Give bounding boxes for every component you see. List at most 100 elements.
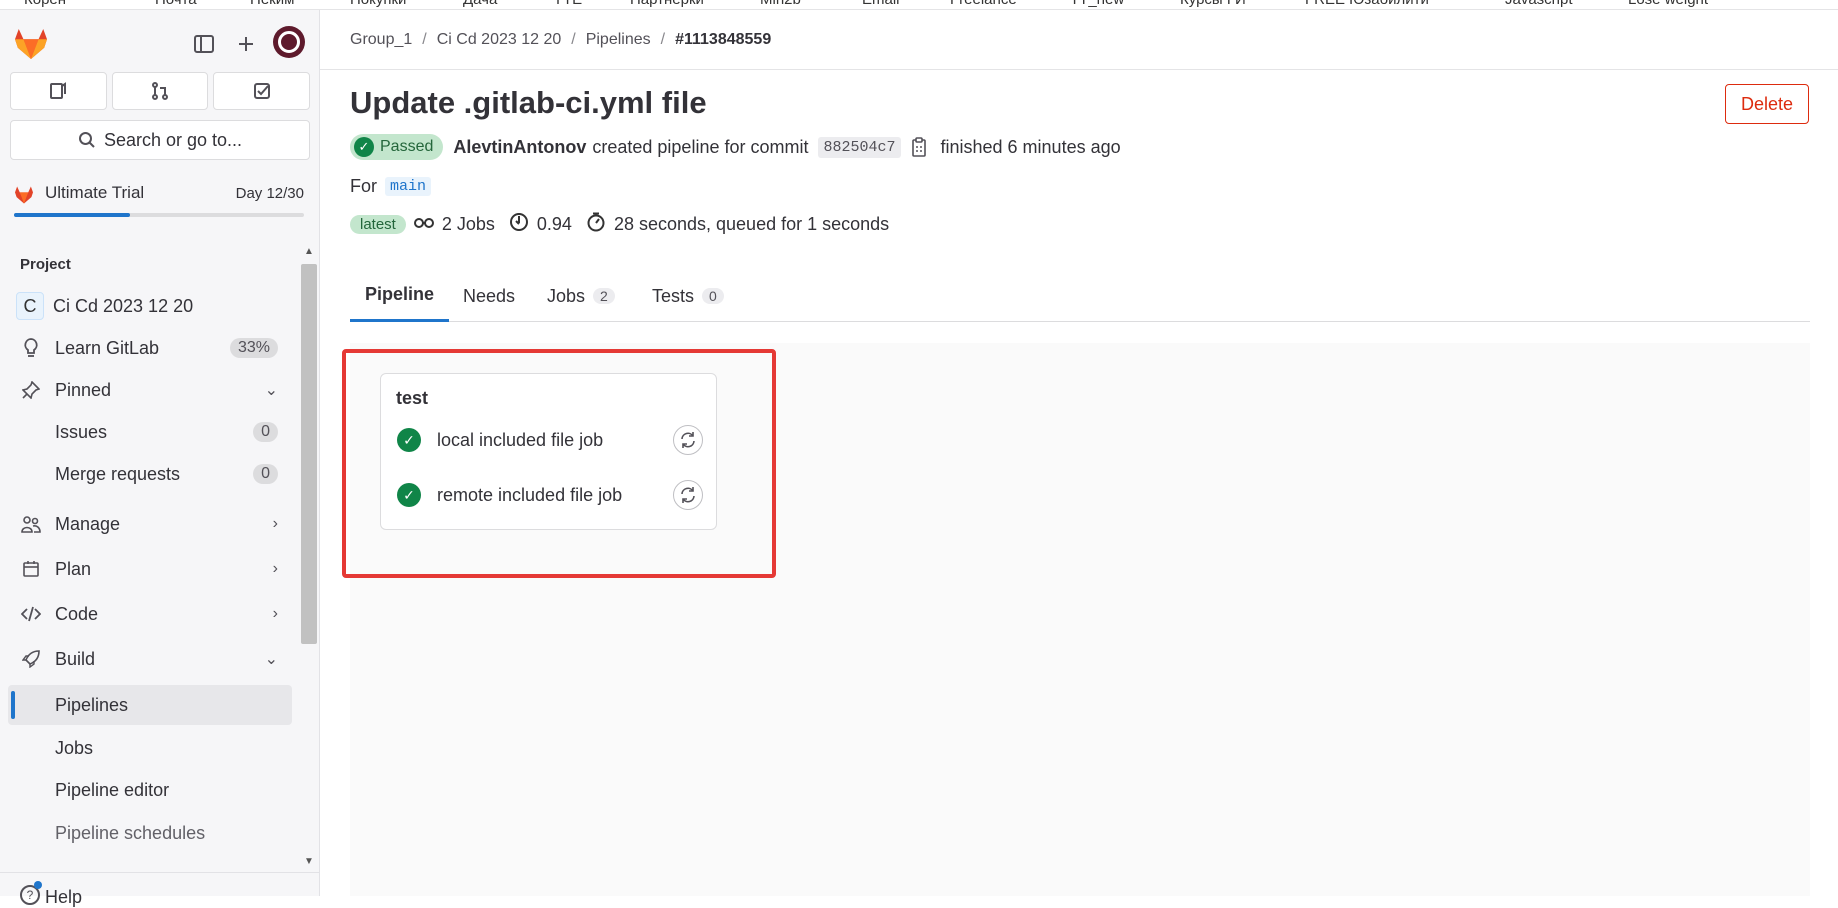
bookmark-item[interactable]: Freelance bbox=[950, 0, 1017, 8]
collapse-sidebar-icon[interactable] bbox=[190, 30, 218, 58]
count-badge: 0 bbox=[253, 464, 278, 484]
search-icon bbox=[78, 132, 95, 148]
sidebar-item-label: Pipelines bbox=[55, 694, 129, 715]
for-label: For bbox=[350, 176, 377, 196]
sidebar-item-label: Pinned bbox=[55, 379, 112, 400]
sidebar-item-pipeline-editor[interactable]: Pipeline editor bbox=[8, 770, 292, 810]
branch-link[interactable]: main bbox=[385, 177, 432, 196]
breadcrumb-separator: / bbox=[571, 31, 576, 48]
sidebar-item-label: Merge requests bbox=[55, 463, 181, 484]
status-badge[interactable]: ✓ Passed bbox=[350, 134, 444, 160]
tab-jobs[interactable]: Jobs 2 bbox=[532, 270, 630, 322]
bookmark-item[interactable]: Lose weight bbox=[1628, 0, 1708, 8]
breadcrumb-separator: / bbox=[422, 31, 427, 48]
tab-pipeline[interactable]: Pipeline bbox=[350, 270, 450, 322]
breadcrumb-pipelines[interactable]: Pipelines bbox=[586, 31, 651, 49]
pin-icon bbox=[16, 375, 46, 405]
created-text: created pipeline for commit bbox=[592, 136, 809, 157]
sidebar-item-project[interactable]: C Ci Cd 2023 12 20 bbox=[8, 286, 292, 326]
delete-button[interactable]: Delete bbox=[1725, 84, 1809, 124]
gitlab-logo-icon[interactable] bbox=[14, 28, 48, 60]
scroll-up-icon[interactable]: ▲ bbox=[304, 246, 314, 257]
sidebar-item-code[interactable]: Code › bbox=[8, 594, 292, 634]
merge-requests-shortcut-icon[interactable] bbox=[111, 72, 209, 110]
bookmark-item[interactable]: Email bbox=[862, 0, 900, 8]
pipeline-icon bbox=[413, 214, 434, 235]
sidebar-item-merge-requests[interactable]: Merge requests 0 bbox=[8, 454, 292, 494]
sidebar-item-build[interactable]: Build ⌄ bbox=[8, 639, 292, 679]
sidebar-item-issues[interactable]: Issues 0 bbox=[8, 412, 292, 452]
breadcrumb-group[interactable]: Group_1 bbox=[350, 31, 412, 49]
scroll-down-icon[interactable]: ▼ bbox=[304, 856, 314, 867]
author-link[interactable]: AlevtinAntonov bbox=[453, 137, 586, 158]
scrollbar-thumb[interactable] bbox=[301, 264, 317, 644]
chevron-right-icon: › bbox=[272, 560, 278, 577]
bookmark-item[interactable]: FREE Юзабилити bbox=[1305, 0, 1429, 8]
bookmark-item[interactable]: YTE bbox=[553, 0, 582, 8]
bookmark-item[interactable]: Javascript bbox=[1505, 0, 1573, 8]
todo-shortcut-icon[interactable] bbox=[213, 72, 311, 110]
notification-dot bbox=[34, 881, 42, 889]
pipeline-tabs: Pipeline Needs Jobs 2 Tests 0 bbox=[350, 270, 1810, 322]
users-icon bbox=[16, 509, 46, 539]
breadcrumb-pipeline-id[interactable]: #1113848559 bbox=[675, 31, 771, 49]
code-icon bbox=[16, 599, 46, 629]
chevron-right-icon: › bbox=[272, 605, 278, 622]
tab-needs[interactable]: Needs bbox=[448, 270, 530, 322]
search-button[interactable]: Search or go to... bbox=[10, 120, 310, 160]
copy-icon[interactable] bbox=[911, 136, 931, 158]
page-title: Update .gitlab-ci.yml file bbox=[350, 85, 707, 120]
sidebar-scrollbar[interactable]: ▲ ▼ bbox=[300, 242, 318, 872]
issues-shortcut-icon[interactable] bbox=[10, 72, 107, 110]
tab-label: Pipeline bbox=[365, 284, 435, 304]
tab-count: 0 bbox=[702, 288, 724, 304]
coverage-value: 0.94 bbox=[536, 213, 572, 234]
bookmark-bar: Корен Почта Неким Покупки Дача YTE Партн… bbox=[0, 0, 1838, 10]
plus-icon[interactable] bbox=[232, 30, 260, 58]
search-label: Search or go to... bbox=[103, 129, 243, 150]
calendar-icon bbox=[16, 554, 46, 584]
progress-badge: 33% bbox=[229, 338, 278, 358]
bookmark-item[interactable]: TT_new bbox=[1070, 0, 1124, 8]
sidebar-item-label: Learn GitLab bbox=[55, 337, 160, 358]
bookmark-item[interactable]: Почта bbox=[155, 0, 197, 8]
avatar[interactable] bbox=[273, 26, 305, 58]
sidebar: Search or go to... Ultimate Trial Day 12… bbox=[0, 10, 320, 907]
bookmark-item[interactable]: Курсы ГИ bbox=[1180, 0, 1246, 8]
commit-sha[interactable]: 882504c7 bbox=[818, 136, 901, 158]
tab-tests[interactable]: Tests 0 bbox=[637, 270, 739, 322]
sidebar-item-plan[interactable]: Plan › bbox=[8, 549, 292, 589]
gitlab-logo-icon bbox=[15, 186, 33, 204]
sidebar-item-manage[interactable]: Manage › bbox=[8, 504, 292, 544]
sidebar-item-jobs[interactable]: Jobs bbox=[8, 728, 292, 768]
bookmark-item[interactable]: Партнерки bbox=[630, 0, 704, 8]
trial-widget[interactable]: Ultimate Trial Day 12/30 bbox=[14, 182, 304, 226]
sidebar-item-pipeline-schedules[interactable]: Pipeline schedules bbox=[8, 813, 292, 853]
tab-label: Jobs bbox=[547, 285, 586, 306]
tab-count: 2 bbox=[593, 288, 615, 304]
sidebar-item-pipelines[interactable]: Pipelines bbox=[8, 685, 292, 725]
sidebar-item-pinned[interactable]: Pinned ⌄ bbox=[8, 370, 292, 410]
bookmark-item[interactable]: Дача bbox=[463, 0, 497, 8]
project-avatar: C bbox=[16, 292, 44, 320]
coverage-icon bbox=[509, 212, 529, 237]
chevron-down-icon: ⌄ bbox=[264, 382, 278, 399]
section-label-project: Project bbox=[20, 256, 71, 273]
quick-actions bbox=[10, 72, 311, 112]
sidebar-item-learn-gitlab[interactable]: Learn GitLab 33% bbox=[8, 328, 292, 368]
pipeline-stats: latest 2 Jobs 0.94 28 seconds, queued fo… bbox=[350, 212, 889, 236]
bookmark-item[interactable]: Корен bbox=[24, 0, 66, 8]
lightbulb-icon bbox=[16, 333, 46, 363]
status-label: Passed bbox=[380, 138, 434, 155]
breadcrumb-project[interactable]: Ci Cd 2023 12 20 bbox=[437, 31, 562, 49]
finished-text: finished 6 minutes ago bbox=[940, 136, 1121, 157]
branch-info: For main bbox=[350, 176, 432, 197]
bookmark-item[interactable]: Min2b bbox=[760, 0, 801, 8]
chevron-right-icon: › bbox=[272, 515, 278, 532]
count-badge: 0 bbox=[253, 422, 278, 442]
sidebar-item-label: Manage bbox=[55, 513, 121, 534]
help-button[interactable]: ? Help bbox=[0, 872, 320, 907]
timer-icon bbox=[586, 212, 606, 237]
bookmark-item[interactable]: Покупки bbox=[350, 0, 406, 8]
bookmark-item[interactable]: Неким bbox=[250, 0, 294, 8]
